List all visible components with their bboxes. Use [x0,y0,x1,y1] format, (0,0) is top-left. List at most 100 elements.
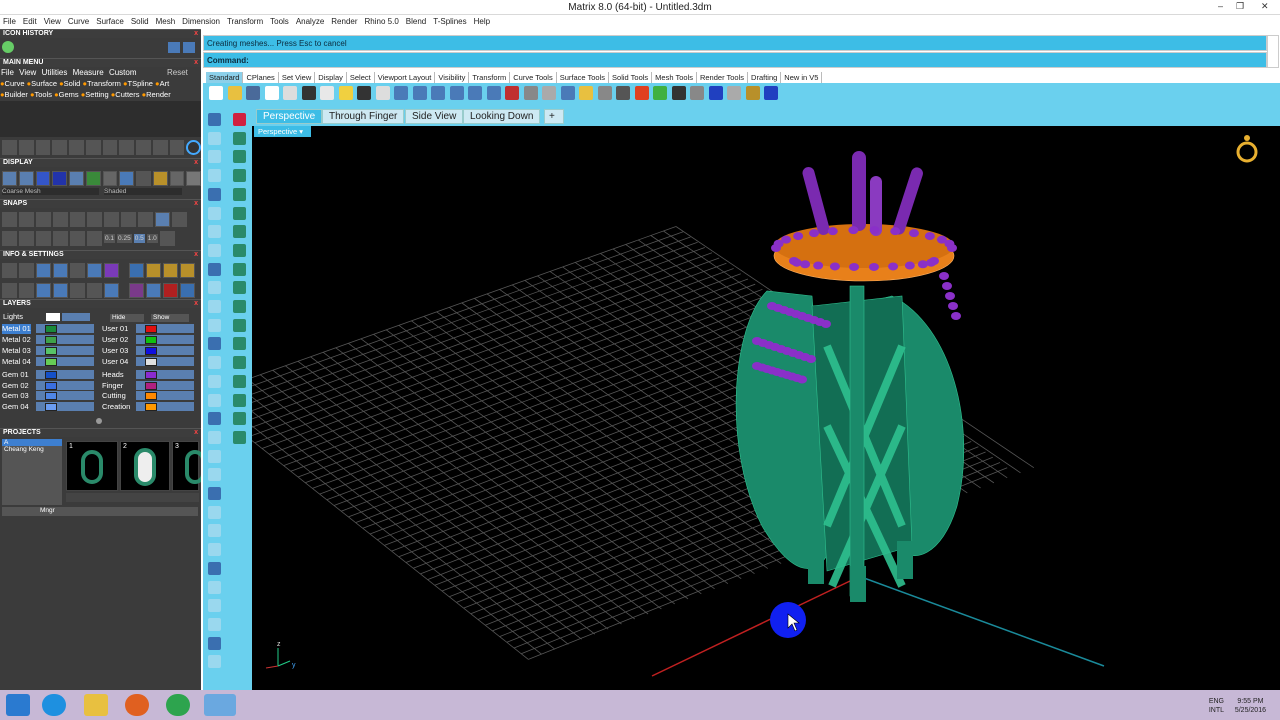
display-mode-dropdown-1[interactable]: Coarse Mesh [2,188,99,195]
info-icon[interactable] [180,282,195,298]
mm-transform[interactable]: Transform [87,79,121,88]
left-tool-icon[interactable] [233,337,246,351]
info-icon[interactable] [146,282,161,298]
left-tool-icon[interactable] [233,187,246,201]
layer-name[interactable]: Metal 04 [2,357,31,367]
layer-name[interactable]: Metal 03 [2,346,31,356]
snap-icon[interactable] [87,230,102,246]
toolbar-tab-curve-tools[interactable]: Curve Tools [510,72,557,83]
toolbar-tab-solid-tools[interactable]: Solid Tools [609,72,653,83]
display-mode-icon[interactable] [2,170,17,186]
snap-icon[interactable] [87,211,102,227]
mm-custom[interactable]: Custom [109,68,137,77]
display-mode-icon[interactable] [52,170,67,186]
toolbar-tool-icon[interactable] [616,86,630,100]
snap-icon[interactable] [70,211,85,227]
project-list[interactable]: A Cheang Keng [2,439,62,505]
command-scrollbar[interactable] [1267,35,1279,68]
left-tool-icon[interactable] [233,300,246,313]
move-icon[interactable] [69,139,84,155]
snap-value-2[interactable]: 0.25 [117,233,132,243]
info-icon[interactable] [129,282,144,298]
left-tool-icon[interactable] [208,655,221,669]
mm-cutters[interactable]: Cutters [115,90,139,99]
toolbar-tool-icon[interactable] [653,86,667,100]
left-tool-icon[interactable] [233,113,246,126]
tab-side-view[interactable]: Side View [405,109,464,124]
display-mode-icon[interactable] [169,170,185,186]
toolbar-tool-icon[interactable] [560,86,575,100]
toolbar-tool-icon[interactable] [338,86,353,100]
left-tool-icon[interactable] [208,337,221,351]
project-thumb-3[interactable]: 3 [172,441,201,491]
toolbar-tool-icon[interactable] [320,86,334,100]
info-icon[interactable] [19,262,34,278]
menu-analyze[interactable]: Analyze [293,15,328,26]
left-tool-icon[interactable] [208,225,221,239]
toolbar-tab-standard[interactable]: Standard [206,72,244,83]
viewport-title-dropdown[interactable]: Perspective ▾ [254,126,311,137]
layer-name[interactable]: Cutting [102,391,126,401]
toolbar-tool-icon[interactable] [301,86,316,100]
left-tool-icon[interactable] [233,243,246,257]
display-mode-icon[interactable] [35,170,51,186]
toolbar-tool-icon[interactable] [227,86,242,100]
gear-icon[interactable] [2,41,14,53]
mm-utilities[interactable]: Utilities [42,68,68,77]
snap-icon[interactable] [138,211,153,227]
tool-icon[interactable] [169,139,185,155]
toolbar-tab-display[interactable]: Display [315,72,347,83]
info-icon[interactable] [87,262,102,278]
snap-icon[interactable] [104,211,119,227]
layer-color-swatch[interactable] [45,346,57,355]
splitter-handle[interactable] [96,418,102,424]
toolbar-tool-icon[interactable] [764,86,778,100]
toolbar-tool-icon[interactable] [264,86,279,100]
toolbar-tab-visibility[interactable]: Visibility [435,72,470,83]
layer-name[interactable]: Creation [102,402,130,412]
layer-name[interactable]: Heads [102,370,124,380]
menu-edit[interactable]: Edit [20,15,41,26]
info-icon[interactable] [53,282,68,298]
tool-icon[interactable] [102,139,118,155]
mm-gems[interactable]: Gems [59,90,79,99]
toolbar-tool-icon[interactable] [209,86,223,100]
close-icon[interactable]: x [194,59,198,67]
layer-name[interactable]: User 04 [102,357,128,367]
tab-looking-down[interactable]: Looking Down [463,109,541,124]
toolbar-tool-icon[interactable] [597,86,612,100]
left-tool-icon[interactable] [233,412,246,426]
toolbar-tool-icon[interactable] [468,86,482,100]
toolbar-tab-select[interactable]: Select [347,72,375,83]
menu-rhino[interactable]: Rhino 5.0 [362,15,403,26]
toolbar-tool-icon[interactable] [542,86,556,100]
toolbar-tool-icon[interactable] [727,86,741,100]
snap-icon[interactable] [70,230,85,246]
left-tool-icon[interactable] [208,617,221,631]
left-tool-icon[interactable] [208,169,221,183]
menu-file[interactable]: File [0,15,20,26]
left-tool-icon[interactable] [208,150,221,164]
toolbar-tab-surface-tools[interactable]: Surface Tools [557,72,610,83]
left-tool-icon[interactable] [208,318,221,332]
mm-measure[interactable]: Measure [73,68,104,77]
left-tool-icon[interactable] [208,505,221,519]
mm-tspline[interactable]: TSpline [128,79,153,88]
left-tool-icon[interactable] [208,262,221,276]
layer-name[interactable]: Metal 02 [2,335,31,345]
close-icon[interactable]: x [194,200,198,208]
left-tool-icon[interactable] [208,636,221,650]
toolbar-tool-icon[interactable] [690,86,704,100]
tab-perspective[interactable]: Perspective [256,109,323,124]
left-tool-icon[interactable] [208,113,221,126]
menu-blend[interactable]: Blend [403,15,430,26]
snap-icon[interactable] [53,230,68,246]
tool-icon[interactable] [136,139,151,155]
mm-setting[interactable]: Setting [85,90,108,99]
toolbar-tab-transform[interactable]: Transform [469,72,511,83]
close-icon[interactable]: x [194,251,198,259]
left-tool-icon[interactable] [208,393,221,407]
left-tool-icon[interactable] [233,169,246,183]
tab-through-finger[interactable]: Through Finger [322,109,405,124]
left-tool-icon[interactable] [208,300,221,313]
